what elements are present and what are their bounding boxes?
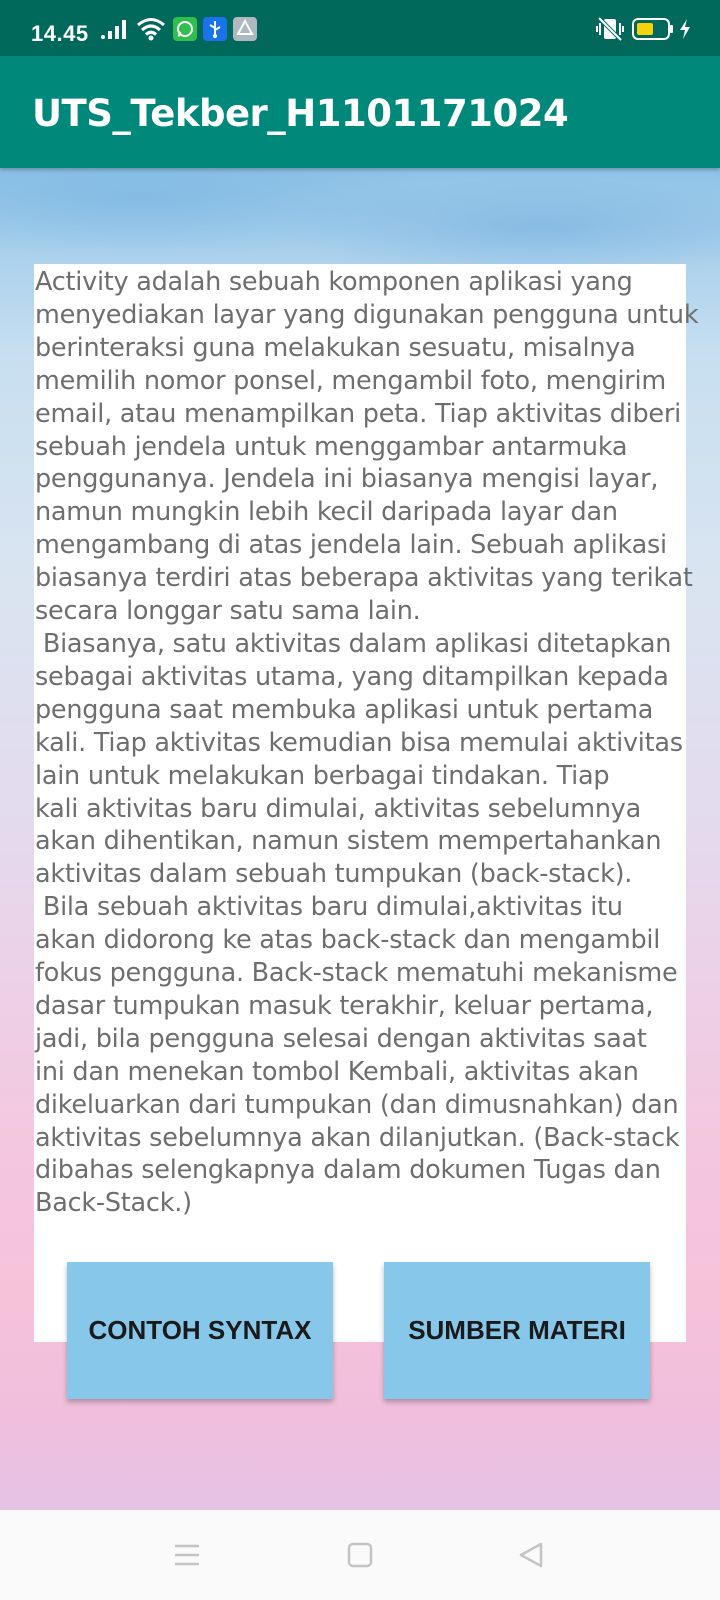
navigation-bar (0, 1510, 720, 1600)
app-title: UTS_Tekber_H1101171024 (32, 92, 569, 135)
usb-icon (203, 16, 227, 42)
whatsapp-icon (173, 16, 197, 42)
activity-description-text: Activity adalah sebuah komponen aplikasi… (35, 267, 699, 1219)
status-time: 14.45 (31, 21, 89, 46)
status-bar: 14.45 (0, 0, 720, 56)
drive-icon (233, 16, 257, 42)
vibrate-icon (595, 16, 625, 42)
sumber-materi-button[interactable]: SUMBER MATERI (384, 1262, 650, 1399)
signal-icon (100, 16, 130, 42)
battery-icon (632, 16, 674, 42)
contoh-syntax-button[interactable]: CONTOH SYNTAX (67, 1262, 333, 1399)
back-icon[interactable] (514, 1538, 548, 1572)
wifi-icon (136, 16, 166, 42)
menu-icon[interactable] (170, 1538, 204, 1572)
home-icon[interactable] (343, 1538, 377, 1572)
charging-icon (678, 16, 692, 42)
app-bar: UTS_Tekber_H1101171024 (0, 56, 720, 168)
